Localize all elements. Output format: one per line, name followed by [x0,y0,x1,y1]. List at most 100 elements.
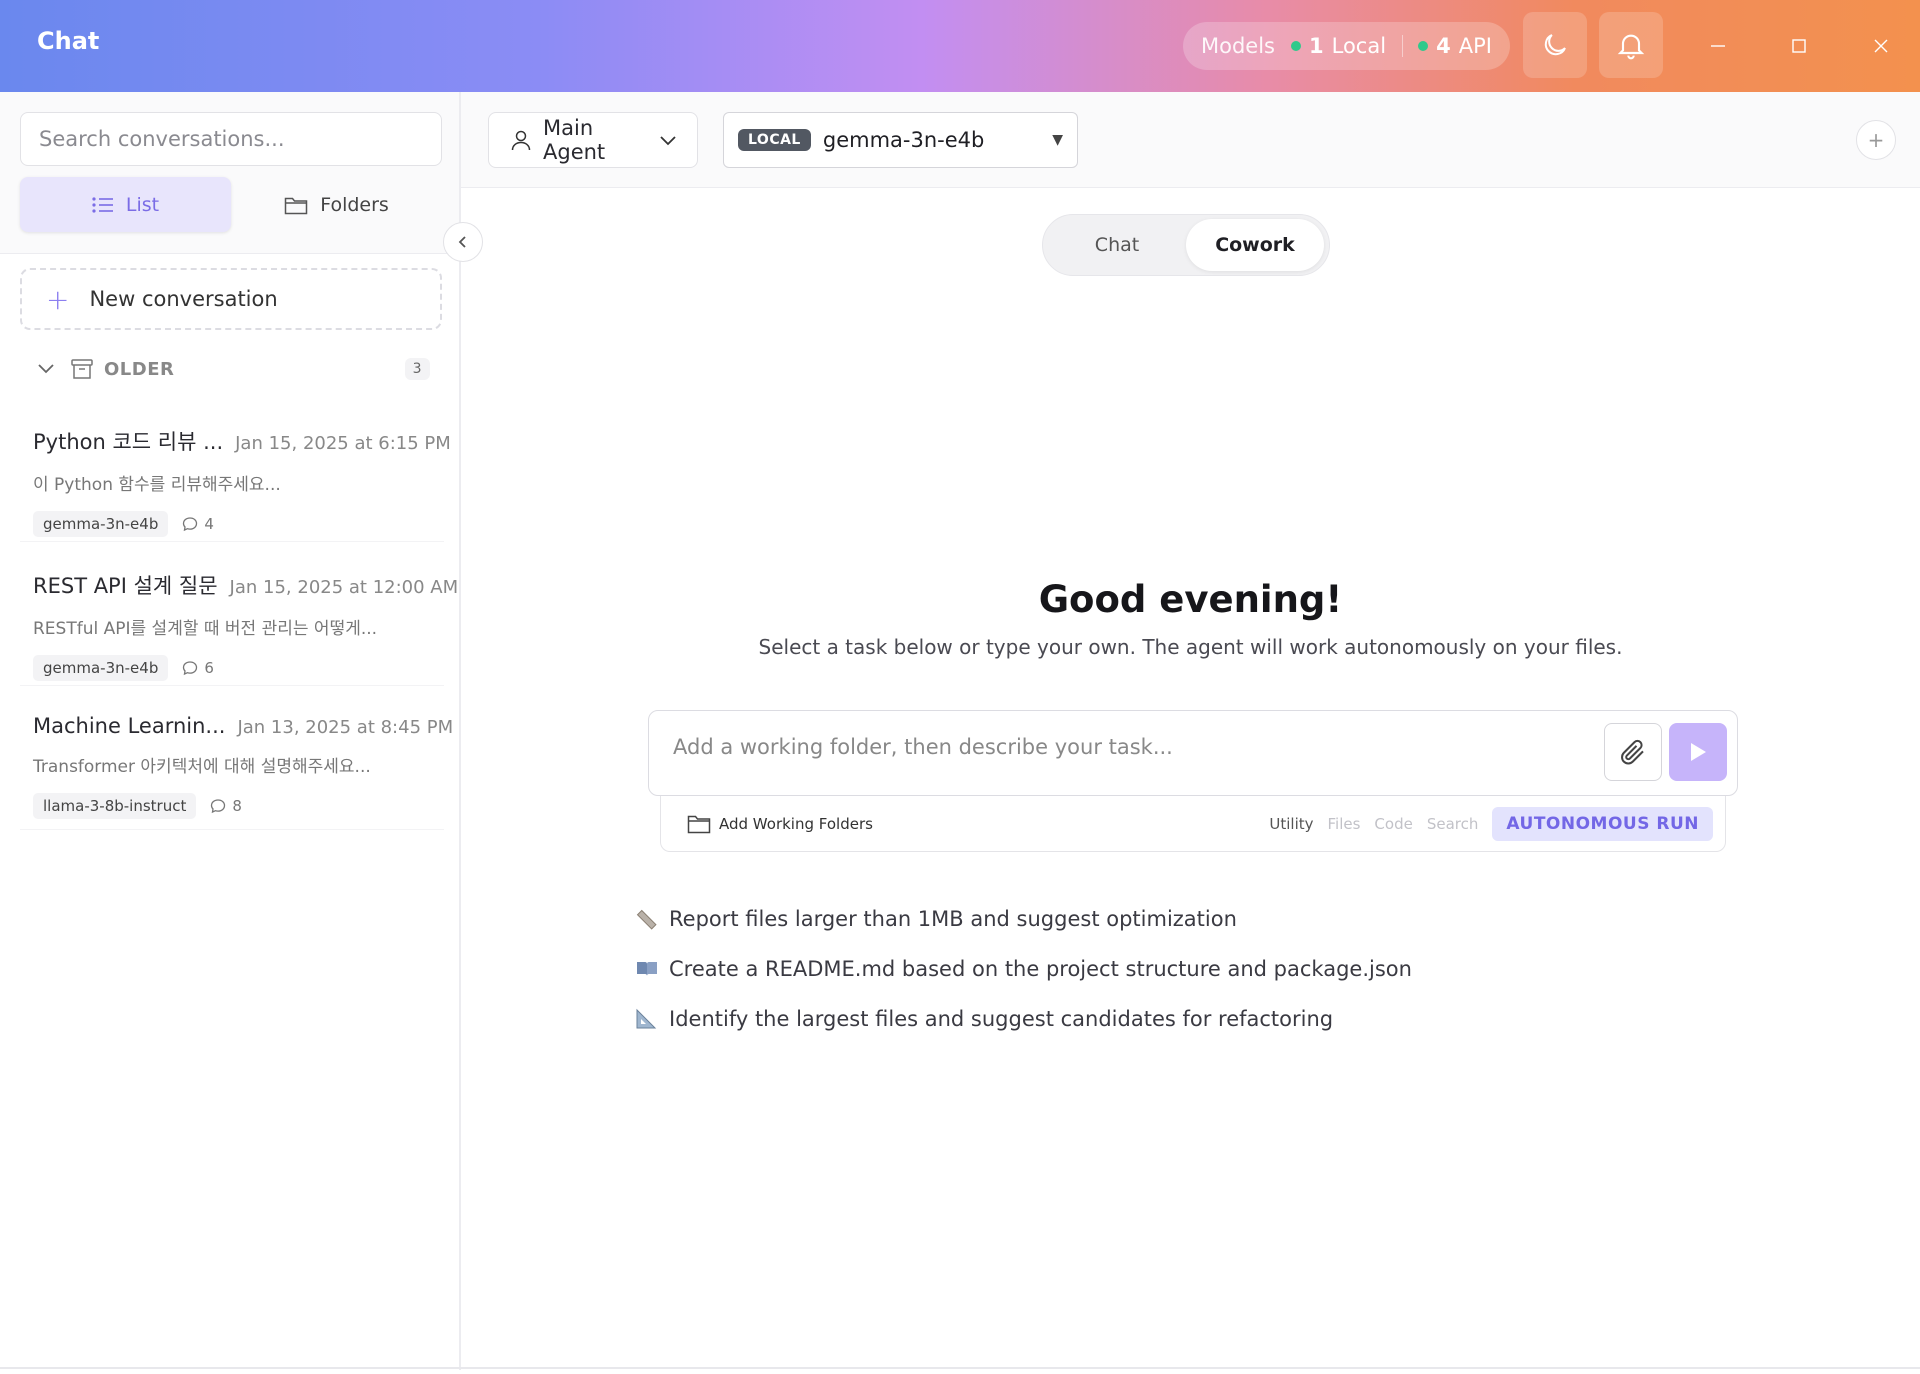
bell-icon [1617,34,1645,60]
task-composer [648,710,1738,796]
view-folders-label: Folders [320,193,389,216]
triangle-ruler-icon [635,1008,669,1030]
api-label: API [1458,34,1492,58]
list-icon [92,196,114,214]
conversation-model-tag: llama-3-8b-instruct [33,793,197,819]
new-tab-button[interactable]: + [1856,120,1896,160]
task-suggestions: Report files larger than 1MB and suggest… [635,894,1412,1044]
greeting-heading: Good evening! [1038,578,1343,621]
theme-toggle-button[interactable] [1523,12,1587,78]
conversation-title: REST API 설계 질문 [33,574,218,598]
notifications-button[interactable] [1599,12,1663,78]
conversation-model-tag: gemma-3n-e4b [33,655,169,681]
message-count: 6 [182,659,214,677]
model-source-badge: LOCAL [738,129,811,151]
models-status-pill[interactable]: Models 1 Local 4 API [1183,22,1510,70]
send-button[interactable] [1669,723,1727,781]
tool-tag-code[interactable]: Code [1374,815,1412,833]
book-icon [635,959,669,979]
tool-tag-utility[interactable]: Utility [1269,815,1313,833]
conversation-title: Python 코드 리뷰 ... [33,430,224,454]
add-working-folders-button[interactable]: Add Working Folders [687,814,873,834]
conversation-date: Jan 15, 2025 at 6:15 PM [235,433,451,454]
minimize-button[interactable] [1698,26,1738,66]
chevron-down-icon [36,362,56,376]
group-count-badge: 3 [404,358,430,380]
message-count-value: 4 [204,515,214,533]
api-count: 4 [1436,34,1451,58]
local-count: 1 [1309,34,1324,58]
view-toggle: List Folders [20,177,442,232]
conversation-preview: 이 Python 함수를 리뷰해주세요... [33,475,281,495]
ruler-icon [635,908,669,930]
search-conversations-input[interactable] [20,112,442,166]
conversation-model-tag: gemma-3n-e4b [33,511,169,537]
play-icon [1691,743,1706,761]
chevron-left-icon [458,236,466,248]
chat-bubble-icon [211,799,226,814]
group-label: OLDER [104,358,175,380]
message-count-value: 6 [204,659,214,677]
paperclip-icon [1621,739,1644,765]
suggestion-item[interactable]: Report files larger than 1MB and suggest… [635,894,1412,944]
bottom-divider [0,1367,1920,1369]
conversation-preview: RESTful API를 설계할 때 버전 관리는 어떻게... [33,619,378,639]
attach-button[interactable] [1604,723,1662,781]
autonomous-run-button[interactable]: AUTONOMOUS RUN [1492,806,1713,841]
conversation-preview: Transformer 아키텍처에 대해 설명해주세요... [33,757,371,777]
tool-tag-files[interactable]: Files [1328,815,1361,833]
view-folders-button[interactable]: Folders [231,177,442,232]
app-title: Chat [37,27,100,55]
conversation-item[interactable]: Machine Learnin... Jan 13, 2025 at 8:45 … [20,698,453,830]
models-label: Models [1201,34,1275,58]
group-header-older[interactable]: OLDER 3 [36,354,430,384]
view-list-button[interactable]: List [20,177,231,232]
tab-cowork[interactable]: Cowork [1186,219,1324,271]
suggestion-text: Identify the largest files and suggest c… [669,1007,1334,1031]
chevron-down-icon [659,134,677,146]
message-count-value: 8 [232,797,242,815]
maximize-button[interactable] [1779,26,1819,66]
model-selector[interactable]: LOCAL gemma-3n-e4b ▼ [723,112,1078,168]
tool-tags: Utility Files Code Search AUTONOMOUS RUN [1269,806,1713,841]
suggestion-text: Report files larger than 1MB and suggest… [669,907,1237,931]
close-button[interactable] [1861,26,1901,66]
conversation-item[interactable]: Python 코드 리뷰 ... Jan 15, 2025 at 6:15 PM… [20,410,451,542]
new-conversation-button[interactable]: + New conversation [20,268,442,330]
sidebar: List Folders + New conversation OLDER 3 … [0,92,461,1370]
close-icon [1874,39,1888,53]
task-input[interactable] [673,735,1573,759]
chat-bubble-icon [183,661,198,676]
suggestion-item[interactable]: Identify the largest files and suggest c… [635,994,1412,1044]
agent-label: Main Agent [543,116,606,164]
minimize-icon [1711,45,1725,47]
archive-icon [70,358,94,380]
view-list-label: List [125,193,160,216]
caret-down-icon: ▼ [1052,132,1063,148]
suggestion-item[interactable]: Create a README.md based on the project … [635,944,1412,994]
main-toolbar: Main Agent LOCAL gemma-3n-e4b ▼ + [461,92,1920,188]
sidebar-header: List Folders [0,92,459,254]
maximize-icon [1792,39,1806,53]
mode-tabs: Chat Cowork [1042,214,1330,276]
conversation-item[interactable]: REST API 설계 질문 Jan 15, 2025 at 12:00 AM … [20,554,458,686]
agent-selector[interactable]: Main Agent [488,112,698,168]
tool-tag-search[interactable]: Search [1427,815,1479,833]
local-label: Local [1331,34,1387,58]
model-name: gemma-3n-e4b [822,128,985,152]
folder-icon [687,815,711,833]
api-status-dot [1418,41,1429,51]
add-working-folders-label: Add Working Folders [719,814,873,833]
main-panel: Main Agent LOCAL gemma-3n-e4b ▼ + Chat C… [461,92,1920,1370]
local-status-dot [1291,41,1301,51]
tab-chat[interactable]: Chat [1048,219,1186,271]
message-count: 8 [210,797,242,815]
new-conversation-label: New conversation [89,287,278,311]
folder-icon [284,195,308,215]
greeting-subtitle: Select a task below or type your own. Th… [758,635,1623,659]
suggestion-text: Create a README.md based on the project … [669,957,1412,981]
user-icon [509,128,533,152]
api-models-status: 4 API [1418,34,1492,58]
message-count: 4 [182,515,214,533]
collapse-sidebar-button[interactable] [443,222,483,262]
